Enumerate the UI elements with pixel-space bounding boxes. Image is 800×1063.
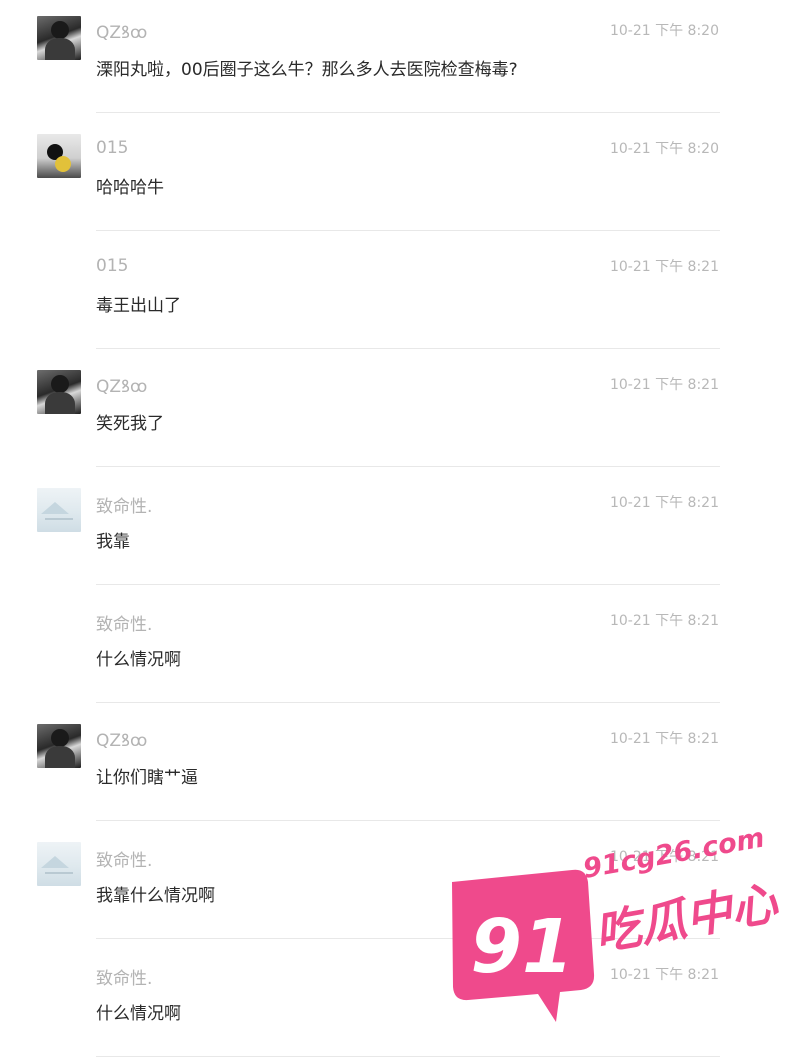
message-text: 什么情况啊 [96, 650, 181, 670]
message-author[interactable]: QZꝸꝏ [96, 374, 147, 397]
chat-message: QZꝸꝏ 10-21 下午 8:20 溧阳丸啦，00后圈子这么牛？那么多人去医院… [0, 0, 800, 118]
chat-message: 致命性. 10-21 下午 8:21 我靠 [0, 472, 800, 590]
message-timestamp: 10-21 下午 8:20 [609, 23, 719, 39]
message-author[interactable]: 致命性. [96, 964, 152, 989]
watermark-badge: 91 [471, 904, 574, 990]
message-timestamp: 10-21 下午 8:21 [609, 613, 719, 629]
message-text: 毒王出山了 [96, 296, 181, 316]
message-author[interactable]: 015 [96, 256, 128, 276]
message-timestamp: 10-21 下午 8:21 [609, 731, 719, 747]
user-avatar[interactable] [37, 724, 81, 768]
user-avatar[interactable] [37, 134, 81, 178]
message-divider [96, 1056, 720, 1057]
message-text: 笑死我了 [96, 414, 164, 434]
message-text: 溧阳丸啦，00后圈子这么牛？那么多人去医院检查梅毒? [96, 60, 518, 80]
user-avatar[interactable] [37, 842, 81, 886]
message-timestamp: 10-21 下午 8:21 [609, 259, 719, 275]
message-divider [96, 230, 720, 231]
watermark-logo-icon: 91 91cg26.com 吃瓜中心 [452, 823, 784, 1022]
message-text: 让你们瞎艹逼 [96, 768, 198, 788]
chat-message: 015 10-21 下午 8:20 哈哈哈牛 [0, 118, 800, 236]
site-watermark: 91 91cg26.com 吃瓜中心 [440, 818, 800, 1048]
message-author[interactable]: 致命性. [96, 610, 152, 635]
chat-message: 致命性. 10-21 下午 8:21 什么情况啊 [0, 590, 800, 708]
message-text: 哈哈哈牛 [96, 178, 164, 198]
message-timestamp: 10-21 下午 8:20 [609, 141, 719, 157]
user-avatar[interactable] [37, 16, 81, 60]
message-author[interactable]: 015 [96, 138, 128, 158]
message-author[interactable]: 致命性. [96, 492, 152, 517]
message-author[interactable]: QZꝸꝏ [96, 728, 147, 751]
message-text: 什么情况啊 [96, 1004, 181, 1024]
message-divider [96, 466, 720, 467]
message-divider [96, 702, 720, 703]
chat-message: QZꝸꝏ 10-21 下午 8:21 让你们瞎艹逼 [0, 708, 800, 826]
watermark-domain: 91cg26.com [581, 823, 767, 885]
user-avatar[interactable] [37, 488, 81, 532]
watermark-brand: 吃瓜中心 [591, 875, 784, 960]
message-author[interactable]: QZꝸꝏ [96, 20, 147, 43]
message-text: 我靠什么情况啊 [96, 886, 215, 906]
chat-message: 015 10-21 下午 8:21 毒王出山了 [0, 236, 800, 354]
message-text: 我靠 [96, 532, 130, 552]
chat-message: QZꝸꝏ 10-21 下午 8:21 笑死我了 [0, 354, 800, 472]
message-divider [96, 348, 720, 349]
message-divider [96, 112, 720, 113]
user-avatar[interactable] [37, 370, 81, 414]
message-author[interactable]: 致命性. [96, 846, 152, 871]
message-timestamp: 10-21 下午 8:21 [609, 377, 719, 393]
message-timestamp: 10-21 下午 8:21 [609, 495, 719, 511]
message-divider [96, 584, 720, 585]
